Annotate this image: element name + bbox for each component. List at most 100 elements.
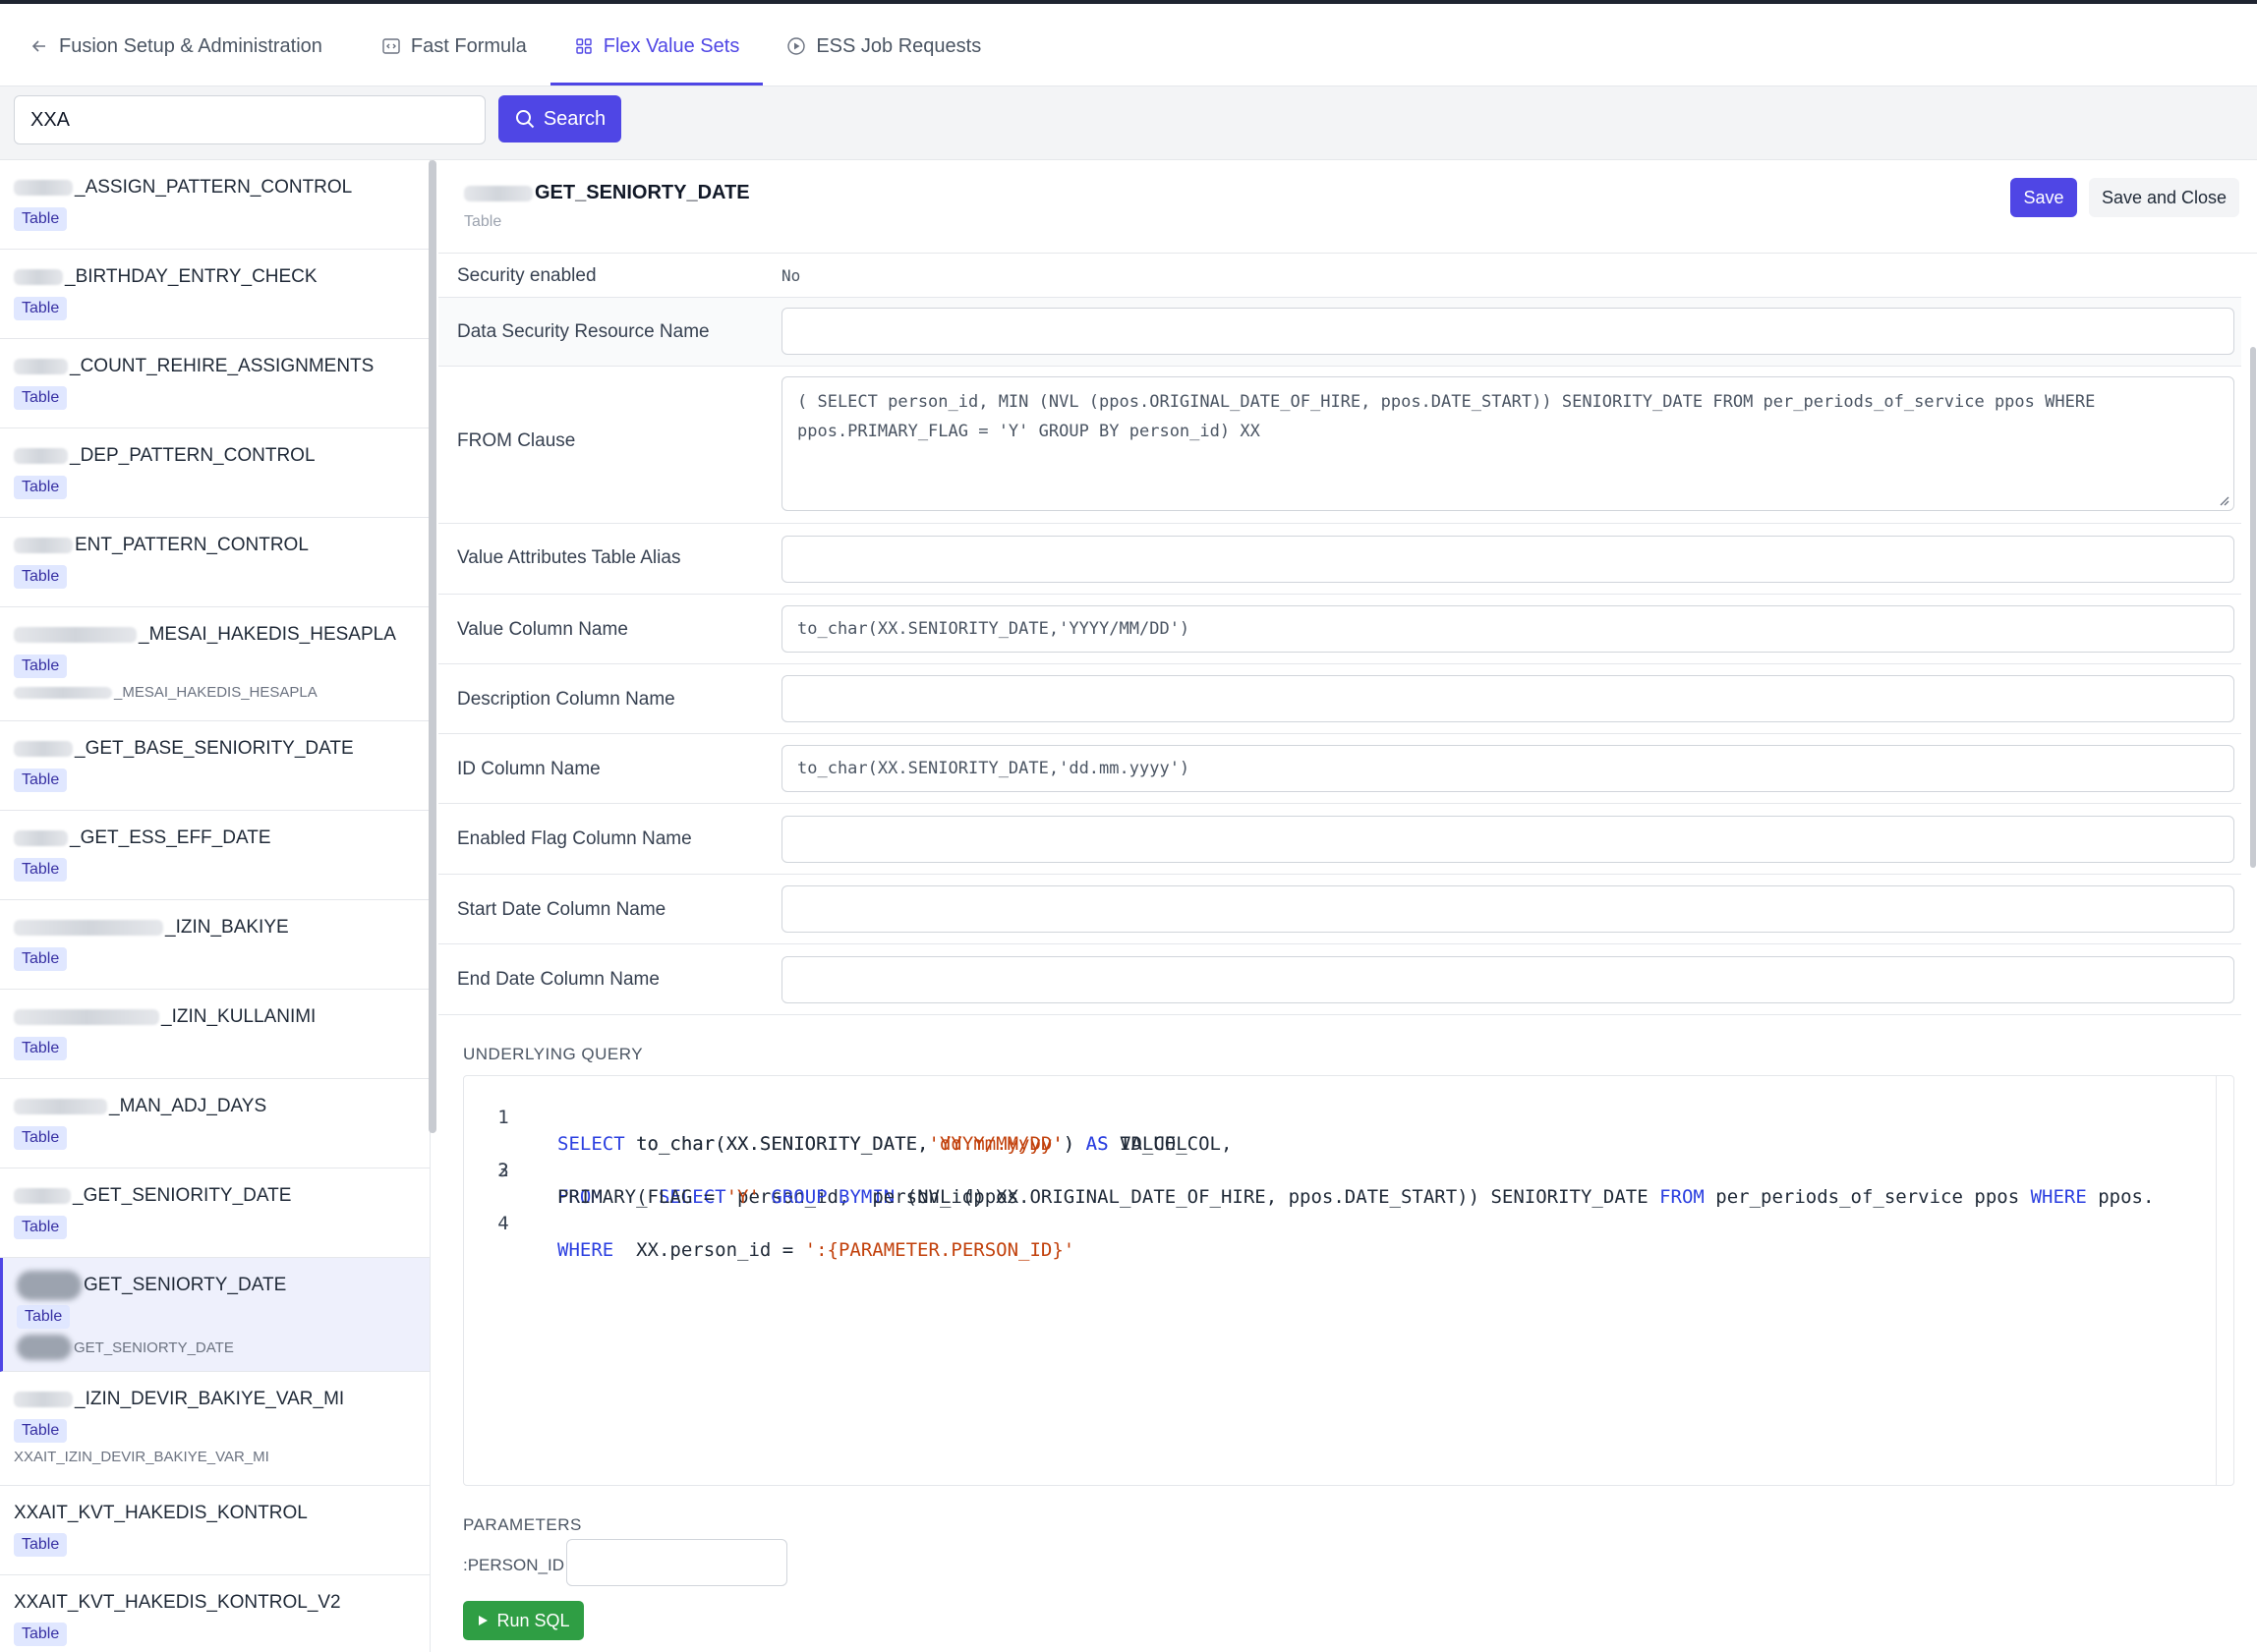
- enabled-flag-column-field[interactable]: [781, 816, 2234, 863]
- item-name: _IZIN_DEVIR_BAKIYE_VAR_MI: [75, 1389, 345, 1409]
- tab-ess-job-requests[interactable]: ESS Job Requests: [763, 7, 1005, 85]
- start-date-column-field[interactable]: [781, 885, 2234, 933]
- list-item[interactable]: _ASSIGN_PATTERN_CONTROL Table: [0, 160, 430, 250]
- item-name: _DEP_PATTERN_CONTROL: [70, 445, 316, 466]
- list-item[interactable]: _GET_SENIORITY_DATE Table: [0, 1168, 430, 1258]
- list-item[interactable]: _IZIN_BAKIYE Table: [0, 900, 430, 990]
- field-row-data-security-resource: Data Security Resource Name: [438, 298, 2241, 367]
- list-item[interactable]: _DEP_PATTERN_CONTROL Table: [0, 428, 430, 518]
- item-name: _BIRTHDAY_ENTRY_CHECK: [65, 266, 318, 287]
- code-icon: [382, 38, 400, 54]
- field-label: Security enabled: [457, 265, 597, 286]
- person-id-parameter-input[interactable]: [566, 1539, 787, 1586]
- search-button-label: Search: [543, 107, 607, 130]
- field-label: Description Column Name: [457, 689, 675, 710]
- tab-flex-value-sets[interactable]: Flex Value Sets: [550, 7, 764, 85]
- play-icon: [479, 1616, 489, 1625]
- list-item[interactable]: ENT_PATTERN_CONTROL Table: [0, 518, 430, 607]
- field-label: Enabled Flag Column Name: [457, 828, 692, 849]
- list-item[interactable]: _IZIN_DEVIR_BAKIYE_VAR_MI Table XXAIT_IZ…: [0, 1372, 430, 1486]
- redacted-prefix: [17, 1335, 72, 1360]
- id-column-field[interactable]: [781, 745, 2234, 792]
- underlying-query-heading: UNDERLYING QUERY: [463, 1045, 644, 1063]
- redacted-prefix: [14, 359, 68, 374]
- description-column-field[interactable]: [781, 675, 2234, 722]
- type-badge: Table: [14, 769, 68, 792]
- page-title: GET_SENIORTY_DATE: [535, 182, 750, 203]
- type-badge: Table: [14, 1037, 68, 1060]
- type-badge: Table: [17, 1305, 71, 1329]
- save-and-close-button[interactable]: Save and Close: [2089, 178, 2239, 217]
- item-name: _COUNT_REHIRE_ASSIGNMENTS: [70, 356, 375, 376]
- list-item-selected[interactable]: GET_SENIORTY_DATE Table GET_SENIORTY_DAT…: [0, 1258, 430, 1372]
- tab-label: ESS Job Requests: [816, 34, 982, 57]
- save-button[interactable]: Save: [2010, 178, 2077, 217]
- list-item[interactable]: _GET_ESS_EFF_DATE Table: [0, 811, 430, 900]
- field-row-id-column: ID Column Name: [438, 734, 2241, 804]
- item-name: _GET_SENIORITY_DATE: [73, 1185, 292, 1206]
- type-badge: Table: [14, 297, 68, 320]
- editor-scrollbar[interactable]: [2216, 1076, 2233, 1485]
- list-item[interactable]: _BIRTHDAY_ENTRY_CHECK Table: [0, 250, 430, 339]
- resize-handle-icon[interactable]: [2218, 494, 2229, 506]
- type-badge: Table: [14, 1623, 68, 1646]
- from-clause-field[interactable]: ( SELECT person_id, MIN (NVL (ppos.ORIGI…: [781, 376, 2234, 511]
- list-item[interactable]: XXAIT_KVT_HAKEDIS_KONTROL Table: [0, 1486, 430, 1575]
- tab-fast-formula[interactable]: Fast Formula: [358, 7, 550, 85]
- item-description: XXAIT_IZIN_DEVIR_BAKIYE_VAR_MI: [14, 1449, 269, 1465]
- type-badge: Table: [14, 476, 68, 499]
- item-name: _IZIN_KULLANIMI: [161, 1006, 317, 1027]
- type-badge: Table: [14, 1126, 68, 1150]
- list-item[interactable]: XXAIT_KVT_HAKEDIS_KONTROL_V2 Table: [0, 1575, 430, 1652]
- field-row-from-clause: FROM Clause ( SELECT person_id, MIN (NVL…: [438, 367, 2241, 524]
- list-item[interactable]: _COUNT_REHIRE_ASSIGNMENTS Table: [0, 339, 430, 428]
- value-column-field[interactable]: [781, 605, 2234, 653]
- search-icon: [515, 110, 535, 129]
- redacted-prefix: [14, 1099, 107, 1114]
- list-item[interactable]: _IZIN_KULLANIMI Table: [0, 990, 430, 1079]
- type-badge: Table: [14, 1419, 68, 1443]
- arrow-left-icon: [31, 40, 45, 52]
- type-badge: Table: [14, 565, 68, 589]
- redacted-prefix: [14, 830, 68, 846]
- parameters-heading: PARAMETERS: [463, 1515, 582, 1534]
- item-description: _MESAI_HAKEDIS_HESAPLA: [114, 684, 318, 701]
- security-enabled-value: No: [781, 266, 801, 285]
- item-name: _IZIN_BAKIYE: [165, 917, 289, 938]
- list-item[interactable]: _GET_BASE_SENIORITY_DATE Table: [0, 721, 430, 811]
- search-button[interactable]: Search: [498, 95, 621, 142]
- search-input[interactable]: [14, 95, 486, 144]
- data-security-resource-field[interactable]: [781, 308, 2234, 355]
- value-attributes-alias-field[interactable]: [781, 536, 2234, 583]
- redacted-prefix: [14, 920, 163, 936]
- field-label: Start Date Column Name: [457, 899, 666, 920]
- line-number: 4: [497, 1213, 509, 1234]
- tab-label: Flex Value Sets: [603, 34, 740, 57]
- from-clause-text: ( SELECT person_id, MIN (NVL (ppos.ORIGI…: [797, 392, 2096, 441]
- list-item[interactable]: _MAN_ADJ_DAYS Table: [0, 1079, 430, 1168]
- run-sql-label: Run SQL: [496, 1610, 570, 1630]
- grid-icon: [576, 38, 592, 54]
- field-row-description-column: Description Column Name: [438, 664, 2241, 734]
- search-bar: Search: [0, 86, 2257, 160]
- field-row-start-date-column: Start Date Column Name: [438, 875, 2241, 944]
- back-to-setup-link[interactable]: Fusion Setup & Administration: [26, 7, 358, 85]
- detail-scrollbar[interactable]: [2250, 347, 2256, 868]
- sql-editor[interactable]: 1 SELECT to_char(XX.SENIORITY_DATE,'YYYY…: [463, 1075, 2234, 1486]
- field-row-end-date-column: End Date Column Name: [438, 944, 2241, 1015]
- sidebar-scrollbar[interactable]: [429, 160, 436, 1133]
- code-text: WHERE XX.person_id = ':{PARAMETER.PERSON…: [557, 1239, 1075, 1261]
- code-line: 4 WHERE XX.person_id = ':{PARAMETER.PERS…: [464, 1184, 2216, 1290]
- redacted-prefix: [14, 1392, 73, 1407]
- field-row-value-column: Value Column Name: [438, 595, 2241, 664]
- list-item[interactable]: _MESAI_HAKEDIS_HESAPLA Table _MESAI_HAKE…: [0, 607, 430, 721]
- run-sql-button[interactable]: Run SQL: [463, 1601, 584, 1640]
- field-label: Value Attributes Table Alias: [457, 547, 681, 568]
- item-name: ENT_PATTERN_CONTROL: [75, 535, 309, 555]
- play-circle-icon: [787, 37, 806, 55]
- item-name: _GET_ESS_EFF_DATE: [70, 827, 271, 848]
- end-date-column-field[interactable]: [781, 956, 2234, 1003]
- top-navigation: Fusion Setup & Administration Fast Formu…: [0, 4, 2257, 86]
- back-link-label: Fusion Setup & Administration: [59, 34, 322, 57]
- redacted-prefix: [14, 741, 73, 757]
